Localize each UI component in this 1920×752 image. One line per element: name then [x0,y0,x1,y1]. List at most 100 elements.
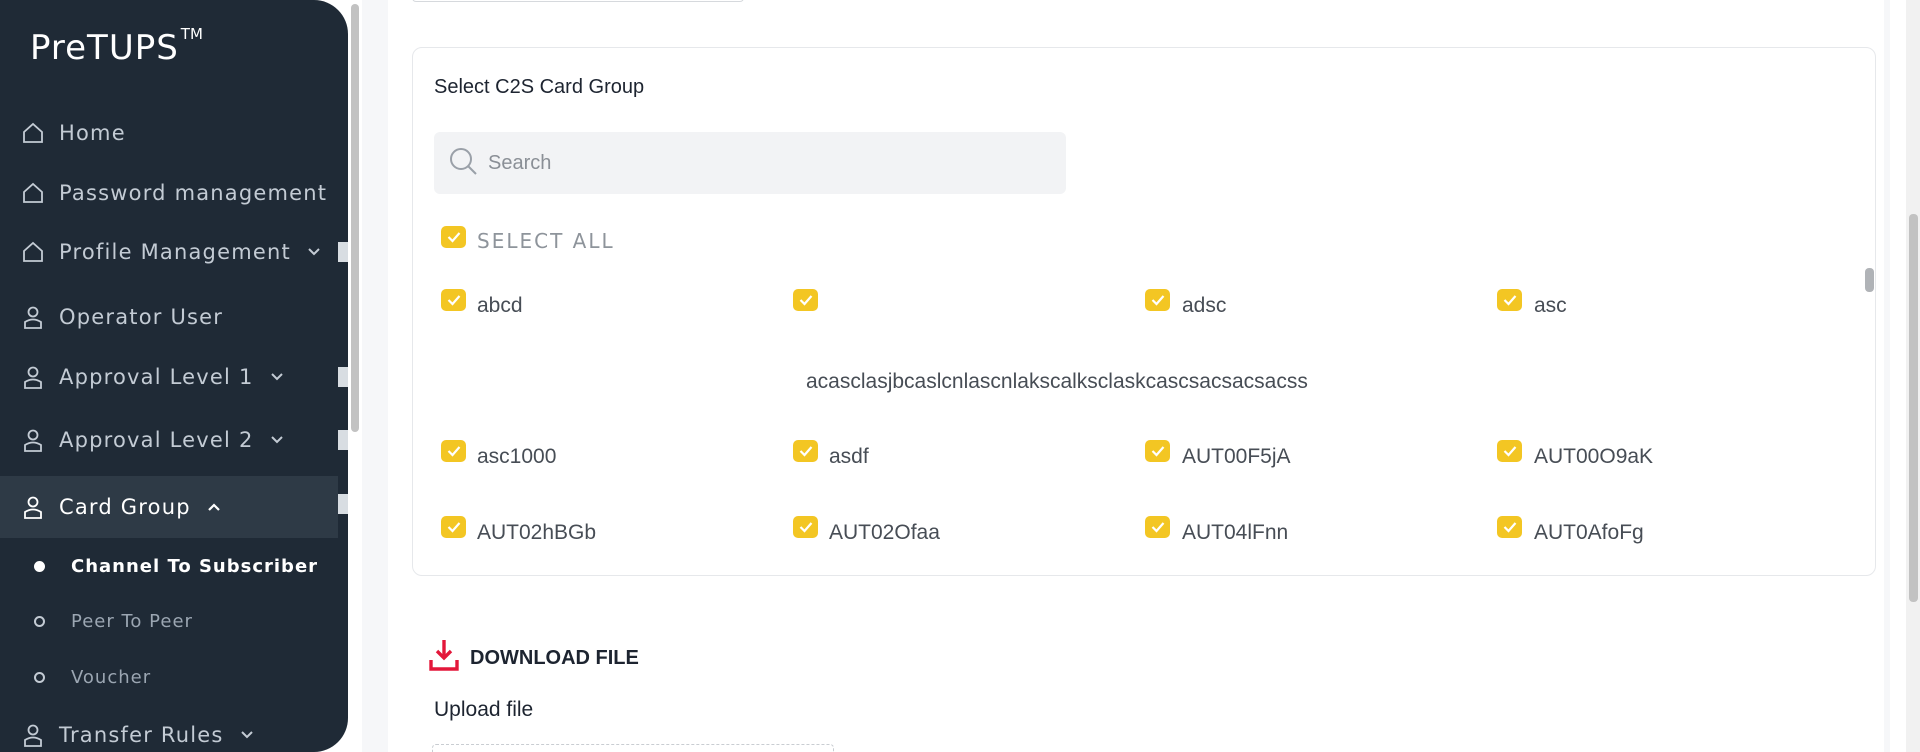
chevron-up-icon[interactable] [207,500,221,514]
sidebar-subitem-channel-to-subscriber[interactable]: Channel To Subscriber [0,542,338,590]
sidebar-edge-tab [338,494,348,514]
select-all-checkbox[interactable] [441,226,466,248]
sidebar-item-approval-level-2[interactable]: Approval Level 2 [0,411,338,469]
page-scrollbar-thumb[interactable] [1909,214,1918,602]
bullet-filled-icon [34,560,45,572]
section-title: Select C2S Card Group [434,76,645,98]
sidebar-edge-tab [338,367,348,387]
user-icon [20,364,46,390]
options-scrollbar-thumb[interactable] [1865,268,1874,292]
logo-trademark: TM [180,24,203,43]
download-file-button[interactable]: DOWNLOAD FILE [428,638,639,678]
user-icon [20,494,46,520]
bullet-outline-icon [34,671,45,683]
option-label: AUT00F5jA [1182,445,1291,468]
sidebar-item-label: Transfer Rules [59,723,224,747]
search-input[interactable] [488,151,1048,175]
option-checkbox[interactable] [1145,440,1170,462]
check-icon [1151,522,1164,533]
option-checkbox[interactable] [441,440,466,462]
download-icon [428,638,460,678]
option-label: abcd [477,294,523,317]
check-icon [1503,446,1516,457]
sidebar-subitem-label: Channel To Subscriber [71,555,319,577]
chevron-down-icon[interactable] [240,728,254,742]
sidebar-item-profile-management[interactable]: Profile Management [0,223,338,281]
sidebar-item-home[interactable]: Home [0,104,338,162]
option-label: AUT0AfoFg [1534,521,1644,544]
sidebar-item-label: Home [59,121,126,145]
option-checkbox[interactable] [1497,440,1522,462]
check-icon [447,522,460,533]
user-icon [20,304,46,330]
option-checkbox[interactable] [441,516,466,538]
user-icon [20,427,46,453]
bullet-outline-icon [34,615,45,627]
app-root: PreTUPS TM Home Password management Profi… [0,0,1920,752]
option-label: adsc [1182,294,1227,317]
check-icon [1151,446,1164,457]
chevron-down-icon[interactable] [307,245,321,259]
option-label: acasclasjbcaslcnlascnlakscalksclaskcascs… [806,370,1308,393]
check-icon [447,295,460,306]
option-label: AUT04lFnn [1182,521,1289,544]
chevron-down-icon[interactable] [270,433,284,447]
sidebar-item-transfer-rules[interactable]: Transfer Rules [0,706,338,752]
sidebar-item-label: Operator User [59,305,224,329]
sidebar-scrollbar-thumb[interactable] [351,4,359,432]
sidebar-subitem-label: Peer To Peer [71,610,193,632]
search-icon [448,146,478,181]
check-icon [799,295,812,306]
sidebar-item-operator-user[interactable]: Operator User [0,288,338,346]
option-checkbox[interactable] [1145,289,1170,311]
sidebar-item-label: Card Group [59,495,191,519]
option-label: asc1000 [477,445,557,468]
sidebar-edge-tab [338,242,348,262]
option-label: AUT02Ofaa [829,521,940,544]
card-group-selection-card [412,47,1876,576]
sidebar-item-password-management[interactable]: Password management [0,164,338,222]
option-checkbox[interactable] [1497,289,1522,311]
option-label: asc [1534,294,1567,317]
user-icon [20,722,46,748]
sidebar-edge-tab [338,430,348,450]
app-logo[interactable]: PreTUPS TM [30,24,203,68]
option-label: AUT00O9aK [1534,445,1654,468]
check-icon [447,446,460,457]
option-checkbox[interactable] [793,516,818,538]
download-file-label: DOWNLOAD FILE [470,646,639,669]
option-checkbox[interactable] [1145,516,1170,538]
sidebar: PreTUPS TM Home Password management Profi… [0,0,348,752]
check-icon [799,522,812,533]
sidebar-item-label: Approval Level 1 [59,365,254,389]
check-icon [1503,522,1516,533]
check-icon [799,446,812,457]
logo-text: PreTUPS [30,28,179,68]
upload-file-label: Upload file [434,698,534,721]
sidebar-item-card-group[interactable]: Card Group [0,476,338,538]
check-icon [1503,295,1516,306]
sidebar-item-approval-level-1[interactable]: Approval Level 1 [0,348,338,406]
sidebar-item-label: Password management [59,181,328,205]
option-checkbox[interactable] [793,289,818,311]
option-label: AUT02hBGb [477,521,597,544]
sidebar-subitem-peer-to-peer[interactable]: Peer To Peer [0,597,338,645]
sidebar-subitem-voucher[interactable]: Voucher [0,653,338,701]
home-icon [20,180,46,206]
select-all-label: SELECT ALL [477,229,615,253]
chevron-down-icon[interactable] [270,370,284,384]
home-icon [20,239,46,265]
check-icon [447,232,460,243]
option-checkbox[interactable] [441,289,466,311]
option-label: asdf [829,445,869,468]
sidebar-item-label: Approval Level 2 [59,428,254,452]
option-checkbox[interactable] [793,440,818,462]
sidebar-item-label: Profile Management [59,240,291,264]
search-field[interactable] [434,132,1066,194]
previous-field-bottom [412,0,744,2]
check-icon [1151,295,1164,306]
home-icon [20,120,46,146]
upload-file-dropzone[interactable] [432,744,834,752]
sidebar-subitem-label: Voucher [71,666,152,688]
option-checkbox[interactable] [1497,516,1522,538]
